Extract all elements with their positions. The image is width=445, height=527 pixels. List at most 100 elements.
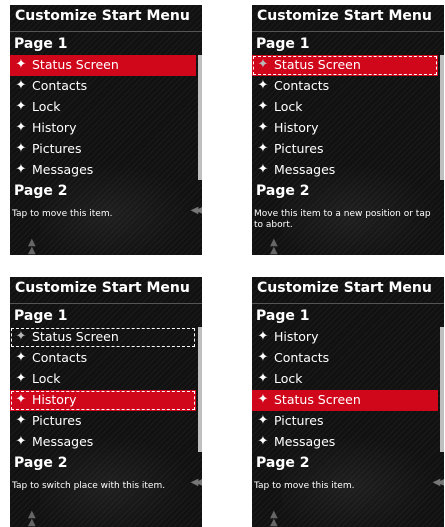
star-icon: ✦ bbox=[257, 392, 269, 407]
star-icon: ✦ bbox=[15, 371, 27, 386]
panel-4-screen: Customize Start Menu Page 1 ✦ History ✦ Co… bbox=[252, 277, 444, 527]
menu-item-messages[interactable]: ✦ Messages bbox=[252, 432, 438, 453]
scrollbar[interactable] bbox=[440, 327, 444, 452]
menu-item-label: Contacts bbox=[274, 350, 330, 365]
menu-item-status-screen[interactable]: ✦ Status Screen bbox=[10, 55, 196, 76]
back-arrows-icon[interactable]: ◀◀ bbox=[191, 477, 202, 488]
menu-item-label: Pictures bbox=[32, 141, 82, 156]
star-icon: ✦ bbox=[15, 434, 27, 449]
menu-item-history[interactable]: ✦ History bbox=[252, 118, 438, 139]
hint-text: Tap to move this item. bbox=[254, 481, 355, 491]
title-divider bbox=[10, 31, 202, 32]
menu-item-status-screen[interactable]: ✦ Status Screen bbox=[252, 55, 438, 76]
page-1-heading: Page 1 bbox=[14, 36, 68, 52]
menu-item-lock[interactable]: ✦ Lock bbox=[10, 369, 196, 390]
title-divider bbox=[10, 303, 202, 304]
star-icon: ✦ bbox=[257, 329, 269, 344]
star-icon: ✦ bbox=[257, 78, 269, 93]
star-icon: ✦ bbox=[15, 120, 27, 135]
panel-title: Customize Start Menu bbox=[15, 8, 190, 24]
menu-item-label: Messages bbox=[274, 434, 336, 449]
menu-item-pictures[interactable]: ✦ Pictures bbox=[10, 411, 196, 432]
menu-item-contacts[interactable]: ✦ Contacts bbox=[10, 348, 196, 369]
menu-item-history[interactable]: ✦ History bbox=[10, 390, 196, 411]
star-icon: ✦ bbox=[257, 141, 269, 156]
menu-item-label: Pictures bbox=[274, 141, 324, 156]
menu-item-lock[interactable]: ✦ Lock bbox=[252, 369, 438, 390]
scrollbar[interactable] bbox=[198, 327, 202, 452]
menu-item-history[interactable]: ✦ History bbox=[252, 327, 438, 348]
star-icon: ✦ bbox=[15, 78, 27, 93]
menu-item-label: Lock bbox=[32, 99, 61, 114]
page-2-heading: Page 2 bbox=[256, 183, 310, 199]
menu-item-lock[interactable]: ✦ Lock bbox=[10, 97, 196, 118]
panel-2-screen: Customize Start Menu Page 1 ✦ Status Scre… bbox=[252, 5, 444, 255]
menu-item-messages[interactable]: ✦ Messages bbox=[10, 160, 196, 181]
up-arrows-icon[interactable]: ▲ ▲ bbox=[28, 510, 36, 527]
menu-item-messages[interactable]: ✦ Messages bbox=[10, 432, 196, 453]
panel-3-screen: Customize Start Menu Page 1 ✦ Status Scre… bbox=[10, 277, 202, 527]
star-icon: ✦ bbox=[15, 392, 27, 407]
menu-item-label: Messages bbox=[32, 434, 94, 449]
panel-1-screen: Customize Start Menu Page 1 ✦ Status Scre… bbox=[10, 5, 202, 255]
menu-item-label: History bbox=[32, 120, 77, 135]
star-icon: ✦ bbox=[257, 120, 269, 135]
menu-item-pictures[interactable]: ✦ Pictures bbox=[252, 411, 438, 432]
star-icon: ✦ bbox=[15, 162, 27, 177]
menu-item-status-screen[interactable]: ✦ Status Screen bbox=[252, 390, 438, 411]
star-icon: ✦ bbox=[257, 434, 269, 449]
title-divider bbox=[252, 31, 444, 32]
hint-text: Move this item to a new position or tap … bbox=[254, 209, 431, 230]
menu-item-label: History bbox=[274, 120, 319, 135]
page-2-heading: Page 2 bbox=[14, 455, 68, 471]
scrollbar[interactable] bbox=[198, 55, 202, 180]
menu-item-pictures[interactable]: ✦ Pictures bbox=[252, 139, 438, 160]
page-1-heading: Page 1 bbox=[256, 308, 310, 324]
menu-item-contacts[interactable]: ✦ Contacts bbox=[252, 76, 438, 97]
scrollbar[interactable] bbox=[440, 55, 444, 180]
menu-item-label: Lock bbox=[32, 371, 61, 386]
star-icon: ✦ bbox=[257, 57, 269, 72]
menu-item-label: Lock bbox=[274, 371, 303, 386]
menu-item-label: Status Screen bbox=[274, 392, 361, 407]
star-icon: ✦ bbox=[15, 350, 27, 365]
menu-item-contacts[interactable]: ✦ Contacts bbox=[10, 76, 196, 97]
menu-item-lock[interactable]: ✦ Lock bbox=[252, 97, 438, 118]
star-icon: ✦ bbox=[15, 57, 27, 72]
star-icon: ✦ bbox=[257, 162, 269, 177]
menu-item-label: Contacts bbox=[32, 78, 88, 93]
panel-title: Customize Start Menu bbox=[15, 280, 190, 296]
hint-text: Tap to move this item. bbox=[12, 209, 113, 219]
menu-item-label: Messages bbox=[32, 162, 94, 177]
back-arrows-icon[interactable]: ◀◀ bbox=[433, 477, 444, 488]
page-1-heading: Page 1 bbox=[256, 36, 310, 52]
menu-item-history[interactable]: ✦ History bbox=[10, 118, 196, 139]
star-icon: ✦ bbox=[257, 413, 269, 428]
star-icon: ✦ bbox=[257, 350, 269, 365]
menu-item-messages[interactable]: ✦ Messages bbox=[252, 160, 438, 181]
panel-title: Customize Start Menu bbox=[257, 280, 432, 296]
menu-item-label: Lock bbox=[274, 99, 303, 114]
menu-item-label: Status Screen bbox=[274, 57, 361, 72]
star-icon: ✦ bbox=[15, 413, 27, 428]
menu-item-pictures[interactable]: ✦ Pictures bbox=[10, 139, 196, 160]
menu-item-status-screen[interactable]: ✦ Status Screen bbox=[10, 327, 196, 348]
page-2-heading: Page 2 bbox=[256, 455, 310, 471]
up-arrows-icon[interactable]: ▲ ▲ bbox=[28, 238, 36, 256]
menu-item-label: History bbox=[274, 329, 319, 344]
menu-item-label: Contacts bbox=[274, 78, 330, 93]
hint-text: Tap to switch place with this item. bbox=[12, 481, 166, 491]
star-icon: ✦ bbox=[15, 329, 27, 344]
page-2-heading: Page 2 bbox=[14, 183, 68, 199]
up-arrows-icon[interactable]: ▲ ▲ bbox=[270, 510, 278, 527]
menu-item-label: History bbox=[32, 392, 77, 407]
menu-item-label: Status Screen bbox=[32, 57, 119, 72]
menu-item-contacts[interactable]: ✦ Contacts bbox=[252, 348, 438, 369]
page-1-heading: Page 1 bbox=[14, 308, 68, 324]
menu-item-label: Status Screen bbox=[32, 329, 119, 344]
menu-item-label: Messages bbox=[274, 162, 336, 177]
back-arrows-icon[interactable]: ◀◀ bbox=[191, 205, 202, 216]
star-icon: ✦ bbox=[15, 99, 27, 114]
up-arrows-icon[interactable]: ▲ ▲ bbox=[270, 238, 278, 256]
star-icon: ✦ bbox=[257, 99, 269, 114]
